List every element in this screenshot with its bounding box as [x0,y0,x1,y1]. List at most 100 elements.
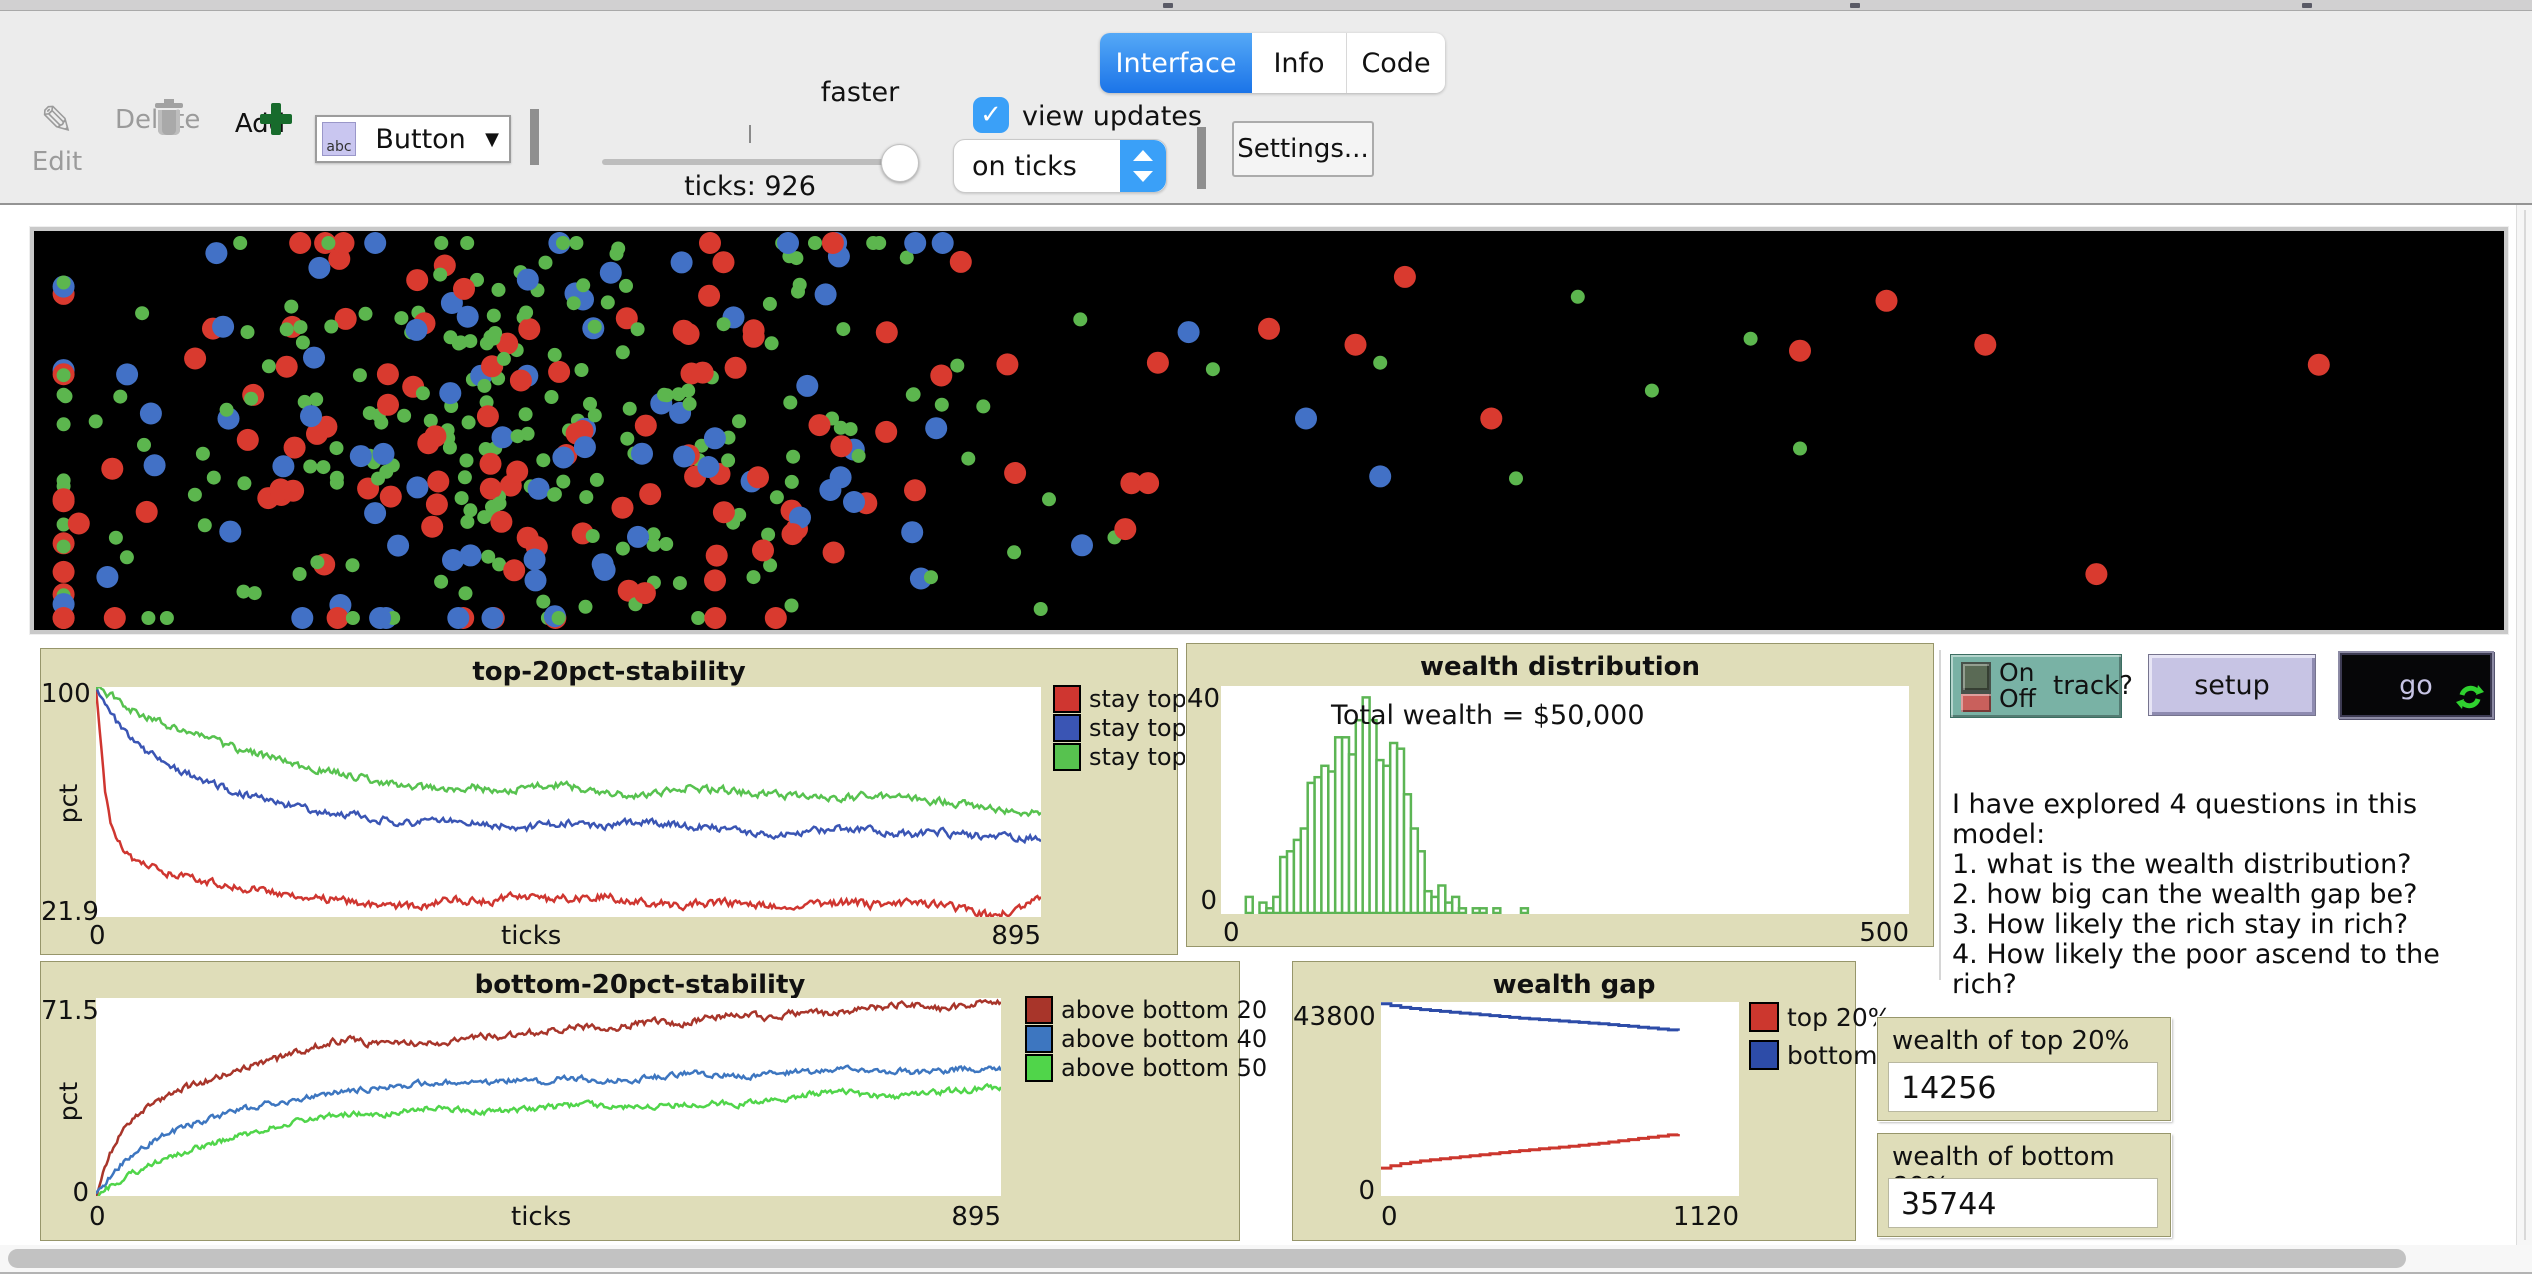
y-axis-max: 71.5 [41,996,89,1026]
legend-swatch [1053,743,1081,771]
monitor-value-box: 14256 [1888,1062,2158,1112]
monitor-value: 14256 [1901,1071,1996,1106]
monitor-label: wealth of top 20% [1892,1026,2129,1056]
y-axis-max: 40 [1187,684,1217,714]
horizontal-scrollbar-thumb[interactable] [8,1249,2406,1268]
x-axis-min: 0 [89,921,106,951]
panel-divider [1939,650,1941,980]
world-view[interactable] [30,227,2508,634]
track-switch[interactable]: On Off track? [1950,654,2122,718]
y-axis-min: 21.9 [41,897,89,927]
switch-knob-off-icon[interactable] [1961,694,1991,712]
legend-label: above bottom 20 [1061,996,1267,1024]
x-axis-min: 0 [1381,1202,1398,1232]
monitor-value: 35744 [1901,1187,1996,1222]
y-axis-max: 100 [41,679,89,709]
settings-button[interactable]: Settings... [1232,121,1374,177]
tab-interface[interactable]: Interface [1100,33,1252,93]
edit-button-label: Edit [22,147,92,177]
stepper-icon[interactable] [1120,140,1166,192]
titlebar-artifact [1163,3,1173,8]
total-wealth-annotation: Total wealth = $50,000 [1331,700,1645,731]
monitor-wealth-bottom-80: wealth of bottom 80% 35744 [1877,1133,2171,1237]
setup-button[interactable]: setup [2148,654,2316,716]
legend-swatch [1749,1040,1779,1070]
y-axis-min: 0 [1187,886,1217,916]
x-axis-max: 1120 [1633,1202,1739,1232]
speed-slider-knob[interactable] [881,144,919,182]
pencil-icon: ✎ [40,98,74,144]
x-axis-title: ticks [501,921,561,951]
view-updates-checkbox[interactable]: ✓ [973,97,1009,133]
switch-off-label: Off [1999,684,2036,713]
x-axis-max: 895 [931,1202,1001,1232]
forever-icon [2456,683,2484,711]
abc-widget-icon: abc [322,122,356,156]
y-axis-min: 0 [1333,1176,1375,1206]
update-mode-dropdown[interactable]: on ticks [953,139,1167,193]
legend-swatch [1025,996,1053,1024]
model-notes: I have explored 4 questions in this mode… [1952,790,2512,1000]
plot-area [96,687,1041,917]
y-axis-min: 0 [41,1178,89,1208]
go-button-label: go [2399,670,2433,701]
x-axis-max: 500 [1839,918,1909,948]
legend-label: above bottom 40 [1061,1025,1267,1053]
note-line: 2. how big can the wealth gap be? [1952,880,2512,910]
switch-knob-icon[interactable] [1963,664,1989,690]
delete-button[interactable]: Delete [115,99,195,135]
plot-area [96,998,1001,1196]
x-axis-max: 895 [971,921,1041,951]
go-button[interactable]: go [2338,651,2494,719]
x-axis-min: 0 [89,1202,106,1232]
legend-swatch [1025,1025,1053,1053]
toolbar-separator [530,109,539,165]
edit-button[interactable]: ✎ Edit [22,103,92,177]
plot-wealth-distribution: wealth distribution Total wealth = $50,0… [1186,643,1934,947]
speed-slider-track[interactable] [602,159,917,165]
y-axis-title: pct [54,1082,83,1121]
toolbar: Interface Info Code ✎ Edit Delete Add ab… [0,11,2532,205]
plot-top-20pct-stability: top-20pct-stability 100 21.9 pct 0 ticks… [40,648,1178,955]
tab-code[interactable]: Code [1347,33,1445,93]
agents-canvas [34,231,2504,630]
legend-item: top 20% [1749,1002,1891,1032]
ticks-counter: ticks: 926 [640,171,860,202]
dropdown-caret-icon: ▼ [485,129,499,150]
titlebar-artifact [1850,3,1860,8]
monitor-value-box: 35744 [1888,1178,2158,1228]
note-line: 4. How likely the poor ascend to the ric… [1952,940,2512,1000]
x-axis-min: 0 [1223,918,1240,948]
widget-type-dropdown[interactable]: abc Button ▼ [315,115,511,163]
view-updates-label: view updates [1022,101,1202,132]
window-titlebar [0,0,2532,11]
update-mode-value: on ticks [954,151,1120,182]
note-line: I have explored 4 questions in this mode… [1952,790,2512,850]
legend-swatch [1749,1002,1779,1032]
switch-name-label: track? [2053,671,2133,701]
monitor-wealth-top-20: wealth of top 20% 14256 [1877,1017,2171,1121]
legend-label: top 20% [1787,1003,1891,1032]
legend-item: above bottom 50 [1025,1054,1267,1082]
legend-swatch [1025,1054,1053,1082]
vertical-scrollbar-line [2524,210,2526,1240]
add-button[interactable]: Add [228,103,292,139]
titlebar-artifact [2302,3,2312,8]
delete-button-label: Delete [115,105,195,135]
switch-on-label: On [1999,658,2035,687]
legend-item: above bottom 20 [1025,996,1267,1024]
speed-slider-tick [749,125,751,143]
legend-swatch [1053,714,1081,742]
plot-area [1381,1002,1739,1196]
legend-swatch [1053,685,1081,713]
y-axis-title: pct [54,784,83,823]
plot-wealth-gap: wealth gap 43800 0 0 1120 top 20% bottom… [1292,961,1856,1241]
plot-bottom-20pct-stability: bottom-20pct-stability 71.5 0 pct 0 tick… [40,961,1240,1241]
note-line: 3. How likely the rich stay in rich? [1952,910,2512,940]
toolbar-separator [1197,127,1206,189]
y-axis-max: 43800 [1293,1002,1375,1032]
tab-info[interactable]: Info [1252,33,1347,93]
legend-label: above bottom 50 [1061,1054,1267,1082]
legend-item: above bottom 40 [1025,1025,1267,1053]
widget-type-value: Button [356,124,485,155]
